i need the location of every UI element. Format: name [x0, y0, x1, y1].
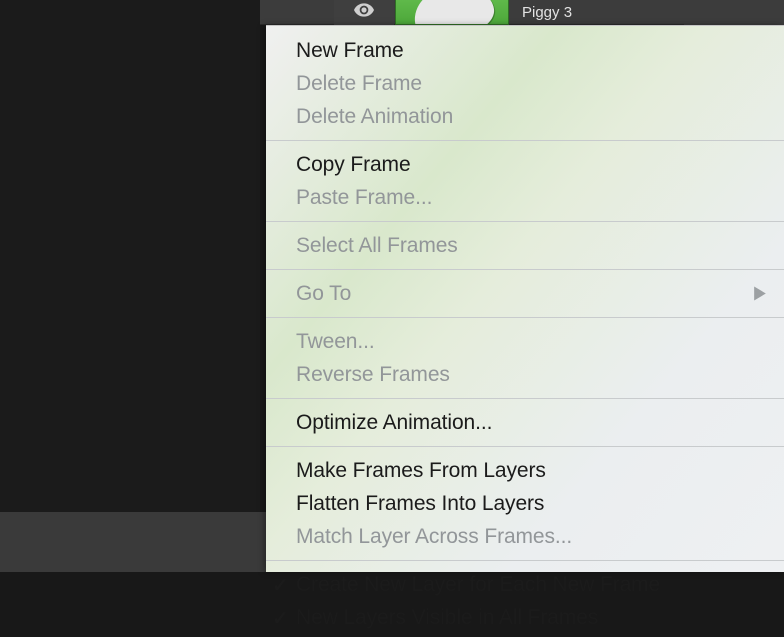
menu-item-label: Tween...: [296, 328, 375, 355]
menu-item-match-layer-across-frames: Match Layer Across Frames...: [266, 520, 784, 553]
menu-item-new-frame[interactable]: New Frame: [266, 34, 784, 67]
menu-item-tween: Tween...: [266, 325, 784, 358]
layer-visibility-toggle[interactable]: [334, 0, 394, 25]
checkmark-icon: ✓: [272, 606, 289, 633]
menu-item-label: Copy Frame: [296, 151, 411, 178]
layer-thumbnail[interactable]: [395, 0, 509, 25]
menu-item-label: Optimize Animation...: [296, 409, 492, 436]
thumbnail-artwork: [411, 0, 497, 25]
menu-item-label: Paste Frame...: [296, 184, 432, 211]
layer-name-label[interactable]: Piggy 3: [522, 4, 572, 21]
menu-item-go-to: Go To: [266, 277, 784, 310]
menu-separator: [266, 269, 784, 270]
submenu-arrow-icon: [754, 280, 766, 307]
menu-item-select-all-frames: Select All Frames: [266, 229, 784, 262]
layers-row-right: [684, 0, 784, 25]
menu-separator: [266, 560, 784, 561]
timeline-context-menu: New Frame Delete Frame Delete Animation Cop…: [266, 25, 784, 572]
menu-separator: [266, 140, 784, 141]
menu-item-label: New Frame: [296, 37, 404, 64]
menu-item-label: Make Frames From Layers: [296, 457, 546, 484]
menu-item-label: Go To: [296, 280, 351, 307]
menu-item-label: Select All Frames: [296, 232, 458, 259]
checkmark-icon: ✓: [272, 573, 289, 600]
menu-item-label: Flatten Frames Into Layers: [296, 490, 544, 517]
menu-item-copy-frame[interactable]: Copy Frame: [266, 148, 784, 181]
menu-item-delete-animation: Delete Animation: [266, 100, 784, 133]
menu-separator: [266, 446, 784, 447]
menu-separator: [266, 398, 784, 399]
menu-item-new-layers-visible-in-all-frames[interactable]: ✓ New Layers Visible in All Frames: [266, 601, 784, 634]
menu-item-delete-frame: Delete Frame: [266, 67, 784, 100]
menu-item-optimize-animation[interactable]: Optimize Animation...: [266, 406, 784, 439]
menu-item-label: Create New Layer for Each New Frame: [296, 571, 660, 598]
menu-item-label: Delete Animation: [296, 103, 453, 130]
menu-item-paste-frame: Paste Frame...: [266, 181, 784, 214]
menu-item-label: New Layers Visible in All Frames: [296, 604, 598, 631]
canvas-area: [0, 0, 260, 512]
menu-item-create-new-layer-for-each-new-frame[interactable]: ✓ Create New Layer for Each New Frame: [266, 568, 784, 601]
menu-item-label: Reverse Frames: [296, 361, 450, 388]
menu-item-make-frames-from-layers[interactable]: Make Frames From Layers: [266, 454, 784, 487]
menu-item-reverse-frames: Reverse Frames: [266, 358, 784, 391]
panel-bottom-bar: [0, 512, 268, 572]
menu-item-flatten-frames-into-layers[interactable]: Flatten Frames Into Layers: [266, 487, 784, 520]
menu-item-label: Match Layer Across Frames...: [296, 523, 572, 550]
eye-icon: [354, 2, 374, 23]
menu-separator: [266, 221, 784, 222]
menu-item-label: Delete Frame: [296, 70, 422, 97]
menu-separator: [266, 317, 784, 318]
